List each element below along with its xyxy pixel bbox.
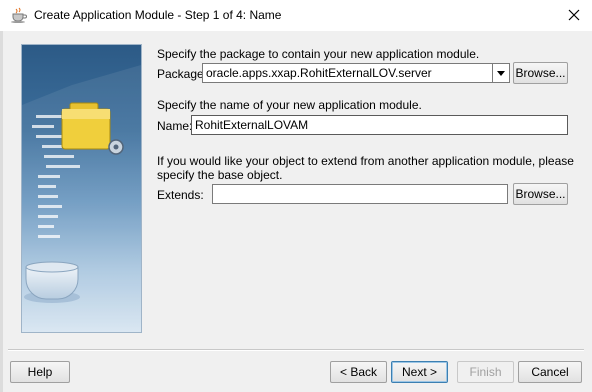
coffee-cup-icon [10,7,28,23]
wizard-graphic [21,44,142,333]
name-instruction: Specify the name of your new application… [157,98,422,112]
next-button[interactable]: Next > [391,361,448,383]
name-value: RohitExternalLOVAM [195,118,309,132]
help-button[interactable]: Help [10,361,70,383]
name-label: Name: [157,119,193,133]
back-button[interactable]: < Back [330,361,387,383]
window-title: Create Application Module - Step 1 of 4:… [34,8,282,22]
package-instruction: Specify the package to contain your new … [157,47,480,61]
package-label: Package: [157,67,208,81]
extends-instruction-line1: If you would like your object to extend … [157,154,574,168]
finish-button[interactable]: Finish [457,361,514,383]
window-edge [0,31,3,392]
package-value: oracle.apps.xxap.RohitExternalLOV.server [206,66,432,80]
close-icon [568,9,580,21]
title-bar: Create Application Module - Step 1 of 4:… [0,0,592,31]
package-browse-button[interactable]: Browse... [513,62,568,84]
extends-label: Extends: [157,188,204,202]
cancel-button[interactable]: Cancel [518,361,582,383]
close-button[interactable] [556,0,592,31]
package-combo[interactable]: oracle.apps.xxap.RohitExternalLOV.server [202,63,510,83]
extends-instruction-line2: specify the base object. [157,168,283,182]
chevron-down-icon[interactable] [492,64,509,82]
name-field[interactable]: RohitExternalLOVAM [191,115,568,135]
footer-divider [8,349,584,351]
extends-browse-button[interactable]: Browse... [513,183,568,205]
extends-field[interactable] [212,184,508,204]
